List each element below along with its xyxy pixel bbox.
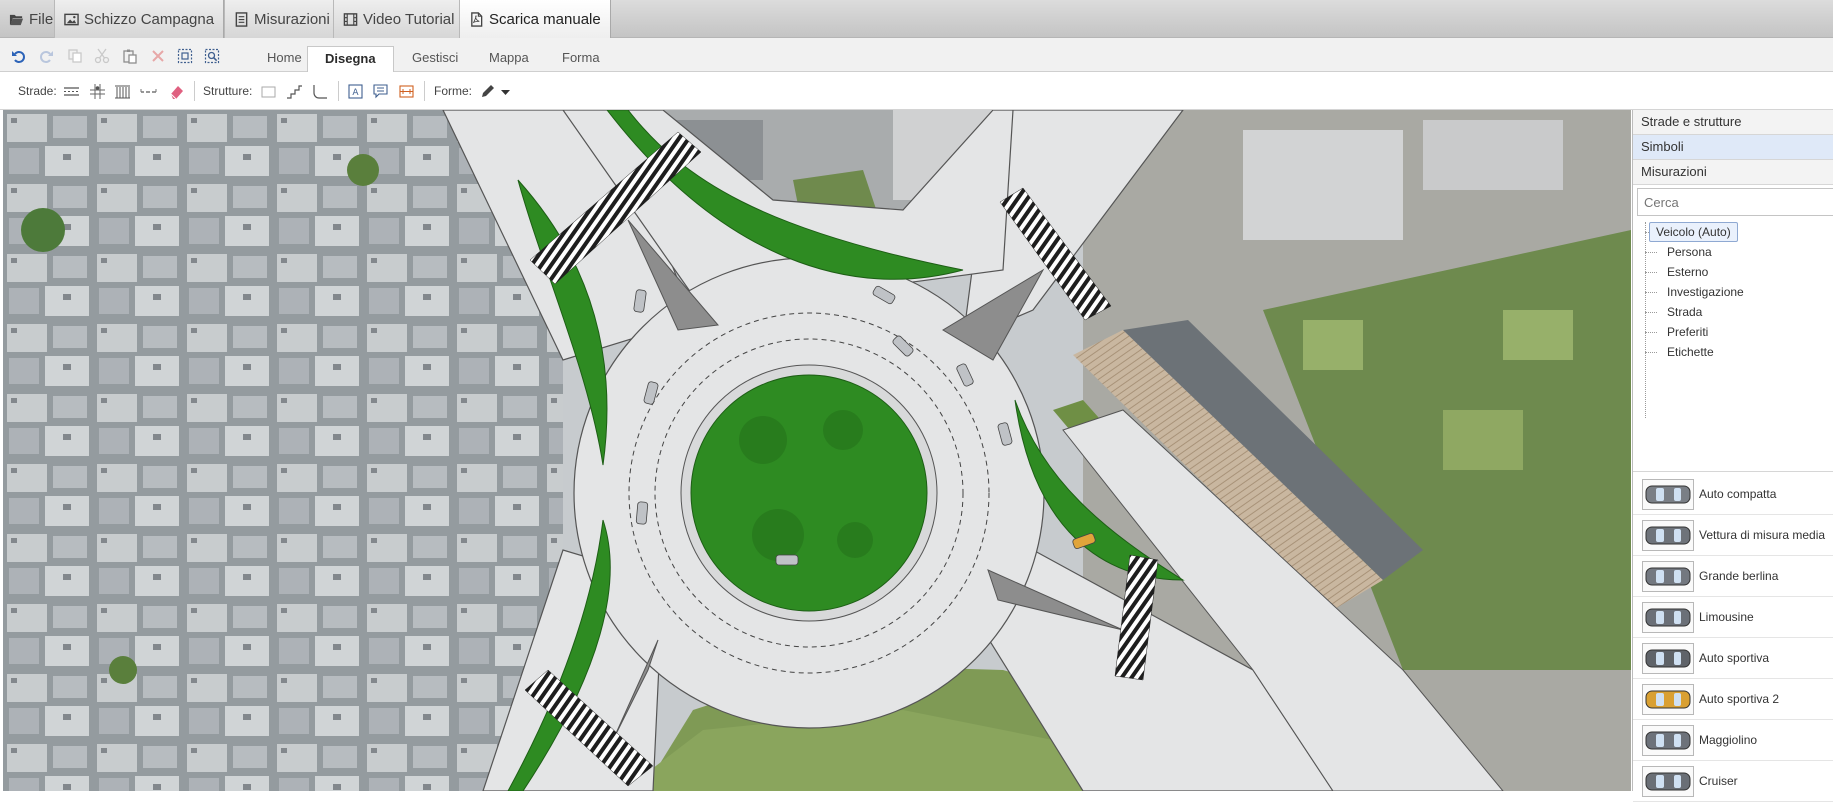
callout-icon[interactable] [372,83,389,100]
symbol-category-tree: Veicolo (Auto) Persona Esterno Investiga… [1633,218,1833,472]
svg-text:A: A [352,88,359,98]
vehicle-item[interactable]: Auto compatta [1633,474,1833,515]
section-simboli[interactable]: Simboli [1633,135,1833,160]
scarica-manuale-tab[interactable]: Scarica manuale [459,0,611,38]
file-tab-label: File [29,10,54,28]
car-icon [1642,479,1694,510]
folder-open-icon [9,14,24,25]
scarica-manuale-label: Scarica manuale [489,10,601,28]
video-tutorial-tab[interactable]: Video Tutorial [333,0,465,38]
crosswalk-icon[interactable] [114,83,131,100]
car-icon [1642,725,1694,756]
toolbar-separator [194,81,195,101]
delete-icon[interactable] [150,48,166,64]
misurazioni-tab[interactable]: Misurazioni [224,0,340,38]
car-icon [1642,561,1694,592]
curved-wall-icon[interactable] [312,83,329,100]
intersection-road-icon[interactable] [89,83,106,100]
vehicle-item[interactable]: Limousine [1633,597,1833,638]
select-all-icon[interactable] [177,48,193,64]
vehicle-label: Cruiser [1699,774,1738,788]
tree-item-veicolo-auto[interactable]: Veicolo (Auto) [1649,222,1738,242]
undo-icon[interactable] [11,48,27,64]
redo-icon[interactable] [38,48,54,64]
tree-branch [1645,352,1657,353]
paste-icon[interactable] [122,48,138,64]
document-icon [235,11,248,27]
vehicle-item[interactable]: Cruiser [1633,761,1833,802]
chevron-down-icon[interactable] [497,83,514,100]
car-icon [1642,520,1694,551]
vehicle-label: Auto compatta [1699,487,1777,501]
vehicle-label: Maggiolino [1699,733,1758,747]
tab-gestisci[interactable]: Gestisci [395,46,475,72]
toolbar-separator [338,81,339,101]
vehicle-label: Auto sportiva [1699,651,1770,665]
tab-mappa[interactable]: Mappa [472,46,546,72]
strade-label: Strade: [18,84,57,98]
tree-item-preferiti[interactable]: Preferiti [1661,322,1714,342]
pencil-icon[interactable] [479,83,496,100]
zoom-extents-icon[interactable] [204,48,220,64]
symbols-panel: Strade e strutture Simboli Misurazioni V… [1632,110,1833,802]
schizzo-campagna-tab[interactable]: Schizzo Campagna [54,0,225,38]
image-icon [64,13,79,25]
stairs-icon[interactable] [286,83,303,100]
tree-branch [1645,272,1657,273]
car-icon [1642,602,1694,633]
text-box-icon[interactable]: A [347,83,364,100]
tree-branch [1645,332,1657,333]
section-strade-e-strutture[interactable]: Strade e strutture [1633,110,1833,135]
pdf-icon [471,11,483,27]
drawing-toolbar: Strade: Strutture: A Forme: [0,72,1833,110]
strutture-label: Strutture: [203,84,253,98]
tree-item-esterno[interactable]: Esterno [1661,262,1714,282]
tree-item-strada[interactable]: Strada [1661,302,1708,322]
map-canvas[interactable] [3,110,1631,791]
tree-branch [1645,252,1657,253]
copy-icon[interactable] [67,48,83,64]
top-menu-bar: File Schizzo Campagna Misurazioni Video … [0,0,1833,38]
tree-item-investigazione[interactable]: Investigazione [1661,282,1750,302]
tab-forma[interactable]: Forma [545,46,617,72]
rectangle-structure-icon[interactable] [260,83,277,100]
vehicle-label: Limousine [1699,610,1754,624]
vehicle-item[interactable]: Vettura di misura media [1633,515,1833,556]
ribbon-tabs-row: Home Disegna Gestisci Mappa Forma [0,38,1833,73]
straight-road-icon[interactable] [63,83,80,100]
misurazioni-label: Misurazioni [254,10,330,28]
toolbar-separator [424,81,425,101]
film-icon [343,12,358,26]
search-input[interactable] [1637,188,1833,216]
cut-icon[interactable] [94,48,110,64]
car-icon [1642,643,1694,674]
vehicle-item[interactable]: Auto sportiva [1633,638,1833,679]
forme-label: Forme: [434,84,473,98]
road-marking-icon[interactable] [140,83,157,100]
vehicle-item[interactable]: Maggiolino [1633,720,1833,761]
vehicle-label: Vettura di misura media [1699,528,1826,542]
tree-item-persona[interactable]: Persona [1661,242,1718,262]
schizzo-campagna-label: Schizzo Campagna [84,10,215,28]
vehicle-label: Grande berlina [1699,569,1779,583]
car-icon [1642,766,1694,797]
aerial-roundabout-drawing[interactable] [3,110,1631,791]
dimension-icon[interactable] [398,83,415,100]
car-icon [1642,684,1694,715]
tab-disegna[interactable]: Disegna [307,46,394,73]
video-tutorial-label: Video Tutorial [363,10,455,28]
section-misurazioni[interactable]: Misurazioni [1633,160,1833,185]
vehicle-item[interactable]: Auto sportiva 2 [1633,679,1833,720]
tree-branch [1645,292,1657,293]
vehicle-label: Auto sportiva 2 [1699,692,1780,706]
tree-branch [1645,312,1657,313]
eraser-icon[interactable] [168,83,185,100]
tree-item-etichette[interactable]: Etichette [1661,342,1720,362]
vehicle-item[interactable]: Grande berlina [1633,556,1833,597]
